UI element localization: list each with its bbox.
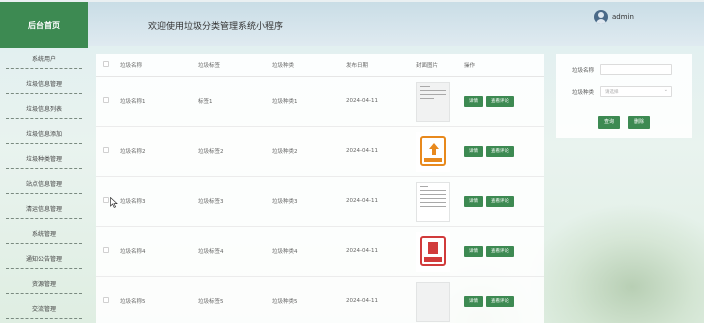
row-checkbox[interactable] <box>103 147 109 153</box>
row-checkbox[interactable] <box>103 97 109 103</box>
home-logo[interactable]: 后台首页 <box>0 2 88 48</box>
cell-tag: 垃圾标签4 <box>198 249 224 255</box>
cell-kind: 垃圾种类1 <box>272 99 298 105</box>
cover-image <box>416 282 450 322</box>
view-comments-button[interactable]: 查看评论 <box>486 95 514 107</box>
sidebar-item-garbage-info[interactable]: 垃圾信息管理 <box>0 71 88 96</box>
cell-name: 垃圾名称4 <box>120 249 146 255</box>
view-comments-button[interactable]: 查看评论 <box>486 245 514 257</box>
view-comments-button[interactable]: 查看评论 <box>486 295 514 307</box>
sidebar-item-exchange[interactable]: 交流管理 <box>0 296 88 321</box>
col-header-action: 操作 <box>464 54 544 77</box>
cell-kind: 垃圾种类3 <box>272 199 298 205</box>
cover-image <box>416 182 450 222</box>
hazard-sign-icon <box>420 236 446 266</box>
col-header-image: 封面图片 <box>416 54 464 77</box>
cover-image <box>416 82 450 122</box>
select-all-checkbox[interactable] <box>103 60 109 67</box>
col-header-name: 垃圾名称 <box>120 54 198 77</box>
page-title: 欢迎使用垃圾分类管理系统小程序 <box>148 22 284 32</box>
avatar-icon <box>594 10 608 24</box>
detail-button[interactable]: 详情 <box>464 245 483 257</box>
kind-select[interactable]: 请选择 <box>600 86 672 97</box>
table-row: 垃圾名称2 垃圾标签2 垃圾种类2 2024-04-11 详情 查看评论 <box>96 126 544 176</box>
table-header-row: 垃圾名称 垃圾标签 垃圾种类 发布日期 封面图片 操作 <box>96 54 544 77</box>
cover-image <box>416 132 450 172</box>
name-search-input[interactable] <box>600 64 672 75</box>
table-row: 垃圾名称4 垃圾标签4 垃圾种类4 2024-04-11 详情 查看评论 <box>96 226 544 276</box>
table-row: 垃圾名称5 垃圾标签5 垃圾种类5 2024-04-11 详情 查看评论 <box>96 276 544 323</box>
cell-tag: 垃圾标签2 <box>198 149 224 155</box>
sidebar: 系统用户 垃圾信息管理 垃圾信息列表 垃圾信息添加 垃圾种类管理 站点信息管理 … <box>0 46 88 323</box>
col-header-date: 发布日期 <box>346 54 416 77</box>
cell-kind: 垃圾种类2 <box>272 149 298 155</box>
cell-name: 垃圾名称5 <box>120 299 146 305</box>
delete-button[interactable]: 删除 <box>628 116 651 129</box>
detail-button[interactable]: 详情 <box>464 195 483 207</box>
username: admin <box>612 13 634 21</box>
sidebar-item-garbage-kind[interactable]: 垃圾种类管理 <box>0 146 88 171</box>
cell-date: 2024-04-11 <box>346 98 378 104</box>
cell-tag: 垃圾标签3 <box>198 199 224 205</box>
cell-name: 垃圾名称1 <box>120 99 146 105</box>
view-comments-button[interactable]: 查看评论 <box>486 145 514 157</box>
view-comments-button[interactable]: 查看评论 <box>486 195 514 207</box>
cell-date: 2024-04-11 <box>346 148 378 154</box>
sidebar-item-garbage-list[interactable]: 垃圾信息列表 <box>0 96 88 121</box>
cell-name: 垃圾名称2 <box>120 149 146 155</box>
table-row: 垃圾名称1 标签1 垃圾种类1 2024-04-11 详情 查看评论 <box>96 76 544 126</box>
sidebar-item-clearance[interactable]: 清运信息管理 <box>0 196 88 221</box>
recycle-sign-icon <box>420 136 446 166</box>
sidebar-item-station[interactable]: 站点信息管理 <box>0 171 88 196</box>
cover-image <box>416 232 450 272</box>
cell-name: 垃圾名称3 <box>120 199 146 205</box>
cell-tag: 标签1 <box>198 99 213 105</box>
cell-kind: 垃圾种类5 <box>272 299 298 305</box>
row-checkbox[interactable] <box>103 297 109 303</box>
garbage-table: 垃圾名称 垃圾标签 垃圾种类 发布日期 封面图片 操作 垃圾名称1 标签1 垃圾… <box>96 54 544 323</box>
sidebar-item-system-users[interactable]: 系统用户 <box>0 46 88 71</box>
sidebar-item-system[interactable]: 系统管理 <box>0 221 88 246</box>
cell-kind: 垃圾种类4 <box>272 249 298 255</box>
sidebar-item-notice[interactable]: 通知公告管理 <box>0 246 88 271</box>
kind-label: 垃圾种类 <box>571 89 594 96</box>
user-menu[interactable]: admin <box>594 10 634 24</box>
detail-button[interactable]: 详情 <box>464 145 483 157</box>
sidebar-item-garbage-add[interactable]: 垃圾信息添加 <box>0 121 88 146</box>
sidebar-item-resource[interactable]: 资源管理 <box>0 271 88 296</box>
name-label: 垃圾名称 <box>571 67 594 74</box>
row-checkbox[interactable] <box>103 247 109 253</box>
row-checkbox[interactable] <box>103 197 109 203</box>
col-header-kind: 垃圾种类 <box>272 54 346 77</box>
detail-button[interactable]: 详情 <box>464 95 483 107</box>
top-header: 后台首页 欢迎使用垃圾分类管理系统小程序 admin <box>0 0 704 48</box>
query-button[interactable]: 查询 <box>598 116 621 129</box>
cell-date: 2024-04-11 <box>346 298 378 304</box>
cell-tag: 垃圾标签5 <box>198 299 224 305</box>
search-panel: 垃圾名称 垃圾种类 请选择 查询 删除 <box>556 54 692 138</box>
mouse-cursor-icon <box>110 197 118 208</box>
cell-date: 2024-04-11 <box>346 248 378 254</box>
garbage-table-panel: 垃圾名称 垃圾标签 垃圾种类 发布日期 封面图片 操作 垃圾名称1 标签1 垃圾… <box>96 54 544 323</box>
table-row: 垃圾名称3 垃圾标签3 垃圾种类3 2024-04-11 详情 查看评论 <box>96 176 544 226</box>
detail-button[interactable]: 详情 <box>464 295 483 307</box>
col-header-tag: 垃圾标签 <box>198 54 272 77</box>
cell-date: 2024-04-11 <box>346 198 378 204</box>
background-tree <box>524 203 704 323</box>
